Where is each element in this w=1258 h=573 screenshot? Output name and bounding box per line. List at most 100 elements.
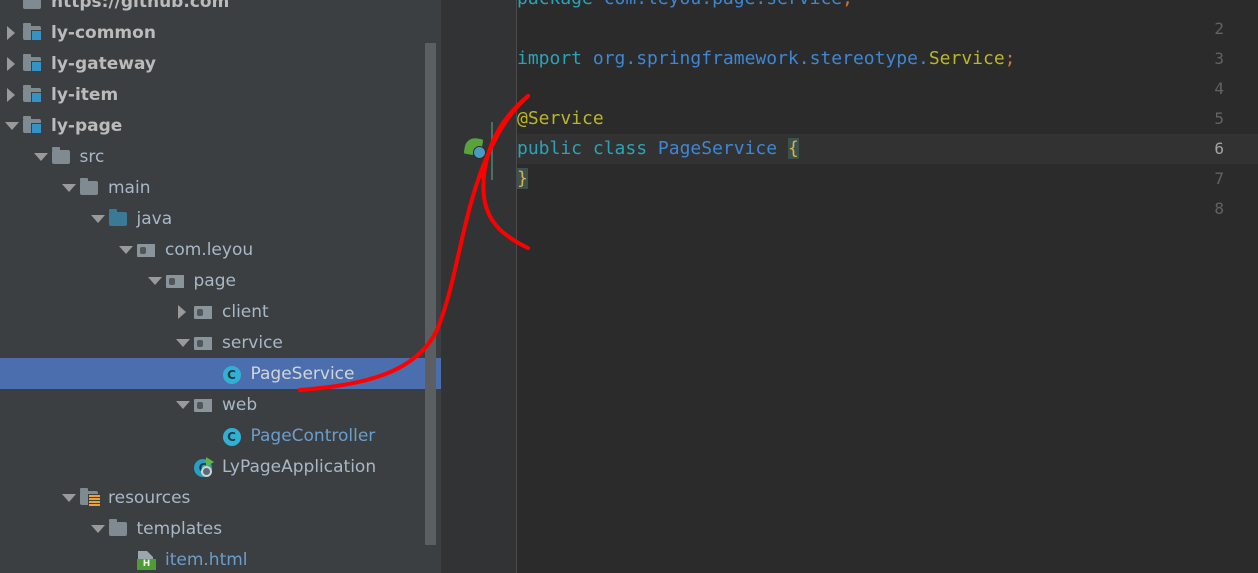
code-token: public	[517, 138, 593, 159]
line-number: 6	[1214, 139, 1224, 158]
spring-bean-icon[interactable]	[463, 136, 487, 160]
tree-row-label: LyPageApplication	[222, 456, 377, 477]
tree-row[interactable]: web	[0, 389, 441, 420]
folder-icon	[22, 0, 44, 12]
tree-row[interactable]: main	[0, 172, 441, 203]
project-scrollbar-thumb[interactable]	[425, 43, 436, 545]
chevron-right-icon[interactable]	[2, 48, 22, 79]
tree-row-label: ly-common	[51, 22, 156, 43]
tree-row[interactable]: C PageService	[0, 358, 441, 389]
line-number: 4	[1214, 79, 1224, 98]
html-file-icon: H	[136, 550, 158, 570]
tree-row[interactable]: templates	[0, 513, 441, 544]
code-token: com.leyou.page.service	[604, 0, 842, 9]
line-number: 7	[1214, 169, 1224, 188]
tree-row[interactable]: java	[0, 203, 441, 234]
tree-row-label: client	[222, 301, 269, 322]
chevron-down-icon[interactable]	[173, 389, 193, 420]
code-line[interactable]: @Service	[517, 104, 604, 134]
chevron-down-icon[interactable]	[88, 203, 108, 234]
tree-row-label: src	[79, 146, 105, 167]
code-token: org.springframework.stereotype.	[592, 48, 929, 69]
chevron-right-icon[interactable]	[2, 79, 22, 110]
tree-row[interactable]: ly-item	[0, 79, 441, 110]
chevron-down-icon[interactable]	[145, 265, 165, 296]
chevron-down-icon[interactable]	[31, 141, 51, 172]
tree-row-label: service	[222, 332, 283, 353]
code-token: import	[517, 48, 593, 69]
chevron-down-icon[interactable]	[59, 172, 79, 203]
package-icon	[193, 395, 215, 415]
editor-area[interactable]: 2345678 package com.leyou.page.service;i…	[441, 0, 1258, 573]
tree-row-label: https://github.com	[51, 0, 230, 12]
tree-row-label: item.html	[165, 549, 248, 570]
tree-row[interactable]: Hitem.html	[0, 544, 441, 573]
line-number: 8	[1214, 199, 1224, 218]
chevron-down-icon[interactable]	[116, 234, 136, 265]
chevron-down-icon[interactable]	[173, 327, 193, 358]
tree-row[interactable]: com.leyou	[0, 234, 441, 265]
tree-row[interactable]: ly-gateway	[0, 48, 441, 79]
code-token: ;	[1004, 48, 1016, 69]
project-tool-window[interactable]: https://github.com ly-common ly-gateway ly-…	[0, 0, 441, 573]
code-token: Service	[928, 48, 1005, 69]
tree-row[interactable]: ly-page	[0, 110, 441, 141]
folder-icon	[51, 146, 73, 167]
chevron-right-icon[interactable]	[173, 296, 193, 327]
tree-row[interactable]: ly-common	[0, 17, 441, 48]
chevron-down-icon[interactable]	[2, 110, 22, 141]
chevron-down-icon[interactable]	[88, 513, 108, 544]
line-number: 2	[1214, 19, 1224, 38]
code-token: ;	[842, 0, 853, 9]
folder-icon	[79, 177, 101, 198]
tree-row[interactable]: service	[0, 327, 441, 358]
tree-row[interactable]: C PageController	[0, 420, 441, 451]
tree-row-label: web	[222, 394, 258, 415]
line-number: 5	[1214, 109, 1224, 128]
spring-boot-app-icon: C	[193, 456, 215, 477]
code-token: package	[517, 0, 604, 9]
indent-guide	[491, 122, 493, 180]
code-token: PageService	[657, 138, 778, 159]
editor-gutter[interactable]	[441, 0, 517, 573]
project-scrollbar-track[interactable]	[425, 0, 438, 573]
package-icon	[136, 240, 158, 260]
code-token: }	[517, 168, 528, 189]
source-root-icon	[108, 208, 130, 229]
tree-row[interactable]: C LyPageApplication	[0, 451, 441, 482]
tree-row-label: ly-item	[51, 84, 119, 105]
code-line[interactable]: public class PageService {	[517, 134, 799, 164]
java-class-icon: C	[222, 364, 244, 384]
module-folder-icon	[22, 22, 44, 43]
package-icon	[193, 302, 215, 322]
tree-row[interactable]: resources	[0, 482, 441, 513]
code-line[interactable]: import org.springframework.stereotype.Se…	[517, 44, 1016, 74]
tree-row-label: PageService	[250, 363, 355, 384]
chevron-right-icon[interactable]	[2, 17, 22, 48]
module-folder-icon	[22, 84, 44, 105]
tree-row-label: main	[108, 177, 151, 198]
tree-row-label: java	[136, 208, 173, 229]
code-token: class	[592, 138, 658, 159]
code-line[interactable]: package com.leyou.page.service;	[517, 0, 853, 14]
spring-bean-dot-icon	[473, 146, 486, 159]
code-token: {	[787, 138, 799, 159]
tree-row[interactable]: src	[0, 141, 441, 172]
tree-row-label: com.leyou	[165, 239, 254, 260]
tree-row[interactable]: page	[0, 265, 441, 296]
package-icon	[193, 333, 215, 353]
tree-row-label: ly-gateway	[51, 53, 156, 74]
chevron-down-icon[interactable]	[59, 482, 79, 513]
tree-row[interactable]: client	[0, 296, 441, 327]
code-token: @Service	[517, 108, 604, 129]
folder-icon	[108, 518, 130, 539]
code-line[interactable]: }	[517, 164, 528, 194]
tree-row[interactable]: https://github.com	[0, 0, 441, 17]
package-icon	[165, 271, 187, 291]
